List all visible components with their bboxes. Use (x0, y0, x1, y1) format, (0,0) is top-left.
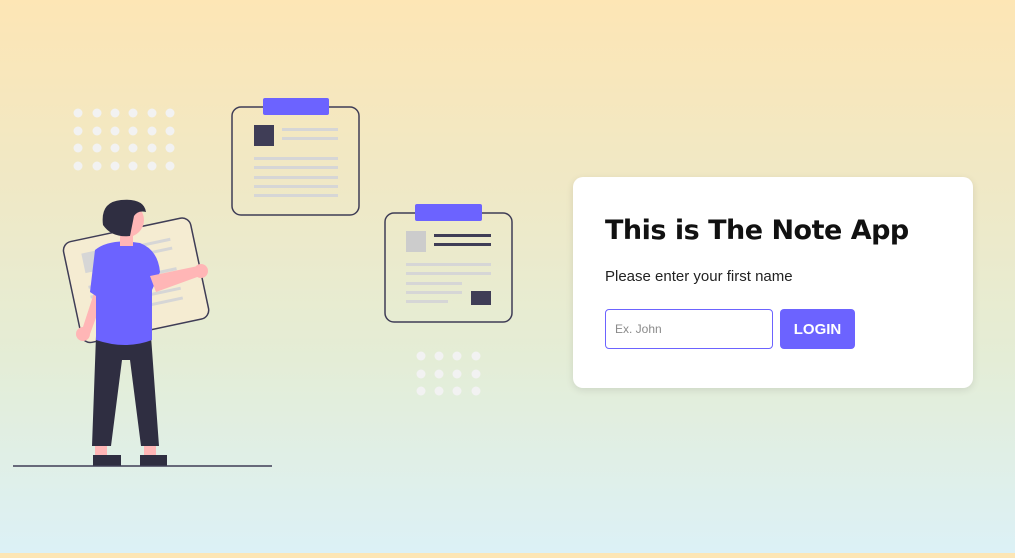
page-title: This is The Note App (605, 215, 909, 246)
login-button[interactable]: LOGIN (780, 309, 855, 349)
notes-illustration (0, 0, 560, 553)
note-card-top (231, 98, 360, 216)
dot-grid-top (73, 108, 175, 171)
person-with-notes-illustration (13, 98, 513, 467)
dot-grid-bottom (416, 351, 481, 396)
note-card-right (384, 204, 513, 323)
login-form: LOGIN (605, 309, 941, 349)
first-name-input[interactable] (605, 309, 773, 349)
login-card: This is The Note App Please enter your f… (573, 177, 973, 388)
name-prompt: Please enter your first name (605, 268, 793, 285)
